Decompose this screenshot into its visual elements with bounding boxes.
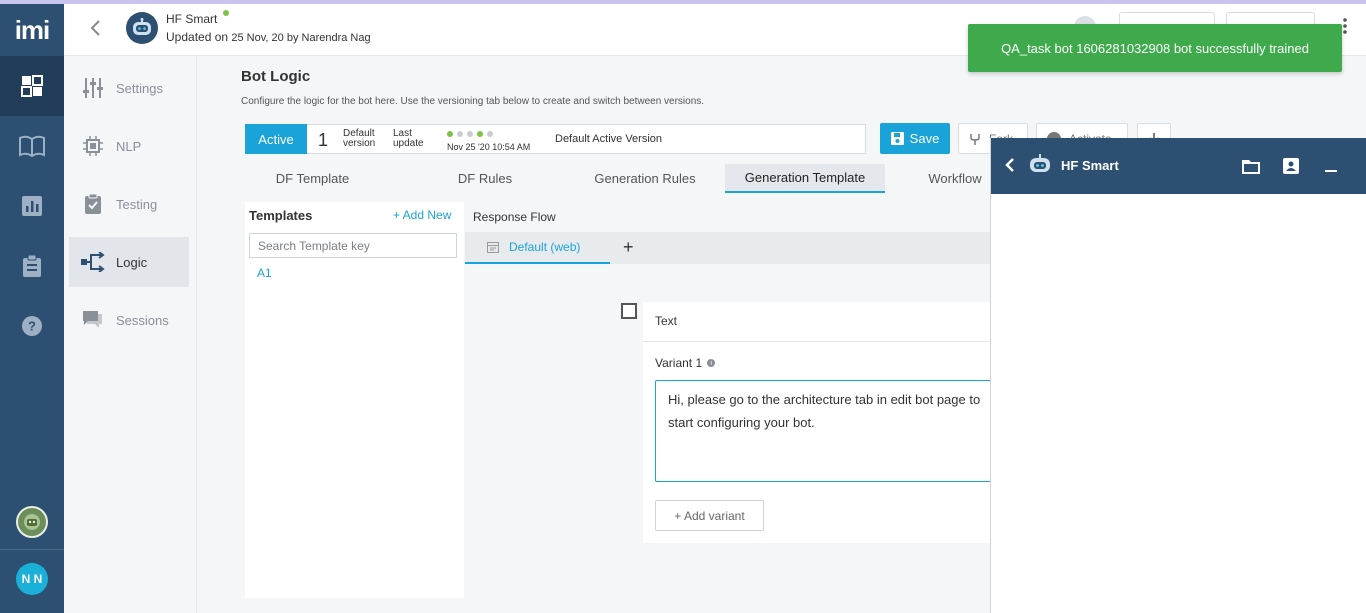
bar-chart-icon xyxy=(22,196,42,216)
card-title: Text xyxy=(655,314,678,328)
chat-icon xyxy=(81,308,105,332)
version-date: Nov 25 '20 10:54 AM xyxy=(447,142,531,152)
clipboard-icon xyxy=(23,255,41,277)
bot-avatar[interactable] xyxy=(16,506,48,538)
user-avatar[interactable]: N N xyxy=(16,563,48,595)
chat-header: HF Smart xyxy=(991,138,1366,194)
minimize-icon[interactable] xyxy=(1321,156,1341,176)
chat-preview-window: HF Smart xyxy=(990,138,1366,613)
logic-tabs: DF Template DF Rules Generation Rules Ge… xyxy=(245,164,1005,194)
sliders-icon xyxy=(81,76,105,100)
info-icon[interactable]: i xyxy=(707,359,716,367)
svg-text:?: ? xyxy=(28,319,36,334)
template-key-item[interactable]: A1 xyxy=(257,266,272,280)
add-variant-button[interactable]: + Add variant xyxy=(655,500,764,531)
version-name: Default Active Version xyxy=(555,133,663,145)
add-channel-button[interactable]: + xyxy=(623,237,634,258)
updated-prefix: Updated on xyxy=(166,30,232,44)
add-new-template-link[interactable]: + Add New xyxy=(393,208,451,222)
templates-title: Templates xyxy=(249,208,313,223)
robot-icon xyxy=(24,514,40,530)
tab-generation-template[interactable]: Generation Template xyxy=(725,164,885,193)
nav-logic[interactable]: Logic xyxy=(69,237,189,287)
nav-nlp[interactable]: NLP xyxy=(69,121,189,171)
more-options-icon[interactable] xyxy=(1343,18,1347,34)
clipboard-check-icon xyxy=(81,192,105,216)
rail-divider xyxy=(0,549,64,550)
version-progress-dots xyxy=(447,131,493,137)
tab-df-rules[interactable]: DF Rules xyxy=(410,164,560,193)
bot-name: HF Smart xyxy=(166,12,218,26)
nav-logic-label: Logic xyxy=(116,254,148,270)
left-rail: imi ? N N xyxy=(0,4,64,613)
flow-icon xyxy=(81,250,105,274)
nav-settings-label: Settings xyxy=(116,80,163,96)
secondary-nav: Settings NLP Testing Logic Sessions xyxy=(64,56,196,613)
variant-text-area[interactable]: Hi, please go to the architecture tab in… xyxy=(655,380,1005,482)
robot-icon xyxy=(133,18,151,35)
help-nav[interactable]: ? xyxy=(0,296,64,356)
save-button[interactable]: Save xyxy=(880,123,950,154)
tab-df-template[interactable]: DF Template xyxy=(245,164,380,193)
dashboard-icon xyxy=(21,75,43,97)
page-description: Configure the logic for the bot here. Us… xyxy=(241,96,705,107)
variant-label-text: Variant 1 xyxy=(655,356,703,370)
chip-icon xyxy=(81,134,105,158)
tasks-nav[interactable] xyxy=(0,236,64,296)
contact-card-icon[interactable] xyxy=(1281,156,1301,176)
online-status-dot xyxy=(223,10,229,16)
variant-label: Variant 1 i xyxy=(655,356,716,370)
default-label-line2: version xyxy=(343,138,376,149)
help-icon: ? xyxy=(22,316,42,336)
success-toast: QA_task bot 1606281032908 bot successful… xyxy=(968,24,1342,72)
version-number: 1 xyxy=(318,130,329,150)
web-channel-icon xyxy=(487,241,499,253)
robot-icon xyxy=(1030,154,1050,172)
text-response-card: Text Variant 1 i Hi, please go to the ar… xyxy=(643,302,1005,543)
response-flow-panel: Response Flow Default (web) + Text Varia… xyxy=(465,202,1005,598)
template-search-input[interactable] xyxy=(249,233,457,258)
imi-logo[interactable]: imi xyxy=(0,4,64,56)
fork-icon xyxy=(970,133,980,145)
tab-generation-rules[interactable]: Generation Rules xyxy=(575,164,715,193)
progress-dot xyxy=(487,131,493,137)
docs-nav[interactable] xyxy=(0,116,64,176)
back-arrow-icon[interactable] xyxy=(86,18,106,38)
chat-bot-name: HF Smart xyxy=(1061,158,1119,173)
nav-sessions-label: Sessions xyxy=(116,312,169,328)
version-bar[interactable]: Active 1 Default version Last update Nov 2… xyxy=(245,124,866,154)
nav-testing[interactable]: Testing xyxy=(69,179,189,229)
dashboard-nav[interactable] xyxy=(0,56,64,116)
nav-nlp-label: NLP xyxy=(116,138,142,154)
progress-dot xyxy=(457,131,463,137)
updated-date: 25 Nov, 20 by Narendra Nag xyxy=(231,32,371,44)
default-version-label: Default version xyxy=(343,129,375,149)
progress-dot xyxy=(447,131,453,137)
version-status-badge: Active xyxy=(245,124,307,154)
last-update-label: Last update xyxy=(393,129,424,149)
channel-tab-default-web[interactable]: Default (web) xyxy=(465,232,610,264)
updated-info: Updated on 25 Nov, 20 by Narendra Nag xyxy=(166,30,371,44)
channel-tab-label: Default (web) xyxy=(509,240,581,254)
chat-back-icon[interactable] xyxy=(1005,158,1015,172)
nav-testing-label: Testing xyxy=(116,196,158,212)
nav-sessions[interactable]: Sessions xyxy=(69,295,189,345)
templates-panel: Templates + Add New A1 xyxy=(245,202,464,598)
select-checkbox[interactable] xyxy=(621,303,637,319)
progress-dot xyxy=(477,131,483,137)
nav-settings[interactable]: Settings xyxy=(69,63,189,113)
response-flow-title: Response Flow xyxy=(473,210,556,224)
save-label: Save xyxy=(909,131,940,146)
update-label-line2: update xyxy=(393,138,424,149)
progress-dot xyxy=(467,131,473,137)
floppy-disk-icon xyxy=(890,132,904,145)
folder-icon[interactable] xyxy=(1241,156,1261,176)
book-icon xyxy=(19,135,45,157)
channel-tab-bar: Default (web) + xyxy=(465,232,995,264)
page-title: Bot Logic xyxy=(241,68,311,85)
card-divider xyxy=(643,341,1003,342)
analytics-nav[interactable] xyxy=(0,176,64,236)
bot-logo xyxy=(126,12,158,44)
